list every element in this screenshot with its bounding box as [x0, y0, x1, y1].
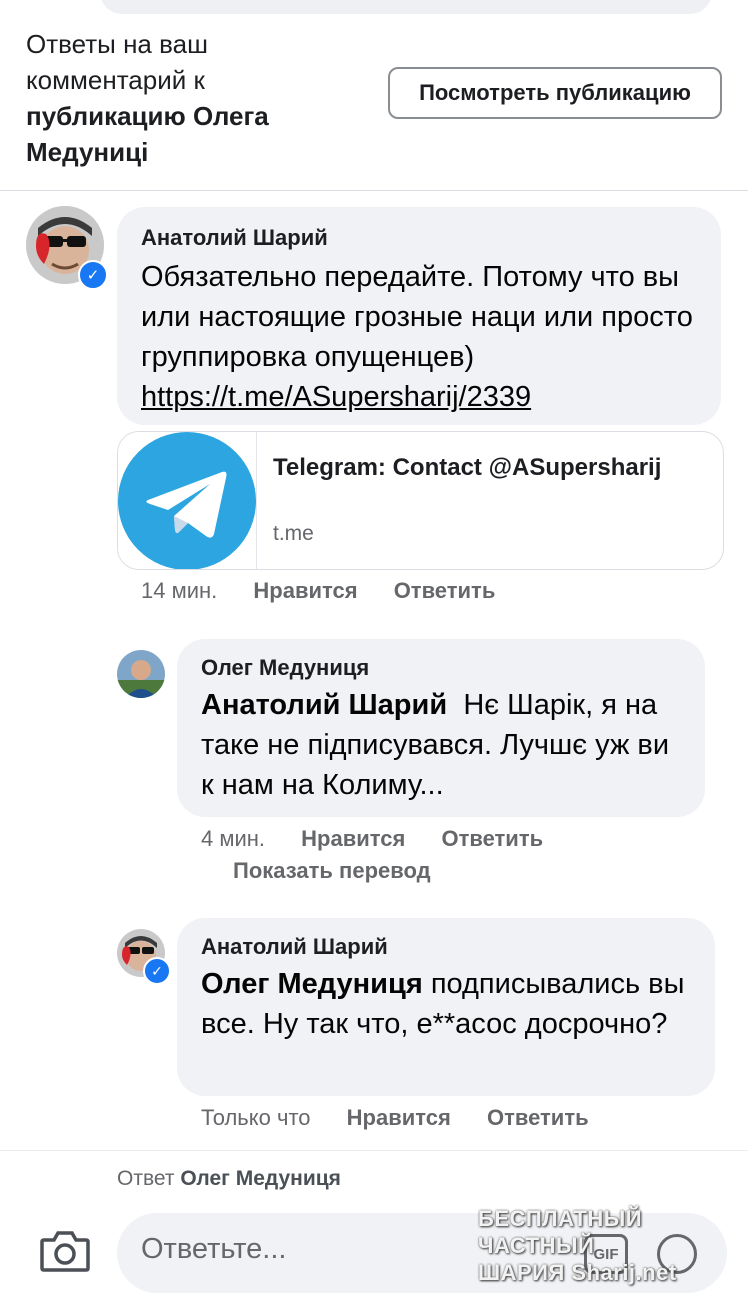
- comment-meta: 4 мин. Нравится Ответить: [201, 826, 543, 852]
- reply-button[interactable]: Ответить: [394, 578, 496, 603]
- comment-meta: 14 мин. Нравится Ответить: [141, 578, 495, 604]
- comment-bubble: Олег Медуниця Анатолий Шарий Нє Шарік, я…: [177, 639, 705, 817]
- like-button[interactable]: Нравится: [301, 826, 405, 851]
- like-button[interactable]: Нравится: [347, 1105, 451, 1130]
- watermark: БЕСПЛАТНЫЙ ЧАСТНЫЙ ШАРИЯ Sharij.net: [478, 1206, 677, 1285]
- comment-time: Только что: [201, 1105, 311, 1130]
- comment-author[interactable]: Анатолий Шарий: [141, 225, 721, 251]
- comment-author[interactable]: Олег Медуниця: [201, 655, 705, 681]
- title-post-owner[interactable]: публикацию Олега Медуниці: [26, 101, 269, 167]
- top-search-pill[interactable]: [100, 0, 712, 14]
- page-title: Ответы на ваш комментарий к публикацию О…: [26, 26, 366, 170]
- like-button[interactable]: Нравится: [253, 578, 357, 603]
- mention[interactable]: Анатолий Шарий: [201, 689, 447, 721]
- comment-bubble: Анатолий Шарий Олег Медуниця подписывали…: [177, 918, 715, 1096]
- comment-time: 4 мин.: [201, 826, 266, 851]
- comment-link[interactable]: https://t.me/ASupersharij/2339: [141, 381, 531, 413]
- divider: [0, 190, 748, 191]
- reply-button[interactable]: Ответить: [441, 826, 543, 851]
- verified-badge-icon: ✓: [143, 957, 171, 985]
- comment-meta: Только что Нравится Ответить: [201, 1105, 589, 1131]
- comment-text: Обязательно передайте. Потому что вы или…: [141, 261, 693, 413]
- reply-button[interactable]: Ответить: [487, 1105, 589, 1130]
- comment-text: Анатолий Шарий Нє Шарік, я на таке не пі…: [201, 689, 670, 801]
- comment-text: Олег Медуниця подписывались вы все. Ну т…: [201, 968, 685, 1040]
- reply-to-name: Олег Медуниця: [180, 1167, 341, 1190]
- view-post-button[interactable]: Посмотреть публикацию: [388, 67, 722, 119]
- link-preview[interactable]: Telegram: Contact @ASupersharij t.me: [117, 431, 724, 570]
- preview-domain: t.me: [273, 522, 314, 545]
- show-translation-button[interactable]: Показать перевод: [233, 858, 431, 884]
- comment-bubble: Анатолий Шарий Обязательно передайте. По…: [117, 207, 721, 425]
- avatar-oleg[interactable]: [117, 650, 165, 698]
- comment-author[interactable]: Анатолий Шарий: [201, 934, 715, 960]
- mention[interactable]: Олег Медуниця: [201, 968, 423, 1000]
- title-prefix: Ответы на ваш комментарий к: [26, 29, 208, 95]
- comment-time: 14 мин.: [141, 578, 218, 603]
- verified-badge-icon: ✓: [78, 260, 108, 290]
- reply-to-label: Ответ Олег Медуниця: [117, 1167, 341, 1190]
- preview-title: Telegram: Contact @ASupersharij: [273, 454, 662, 481]
- camera-icon[interactable]: [40, 1228, 90, 1272]
- telegram-logo: [118, 432, 257, 569]
